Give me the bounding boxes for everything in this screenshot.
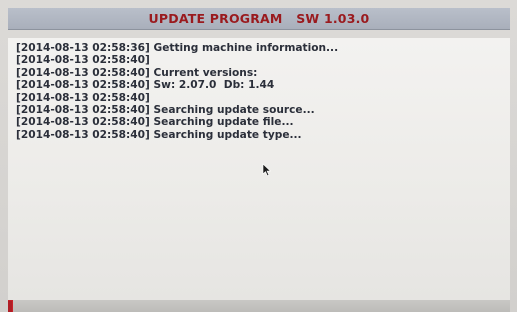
log-panel[interactable]: [2014-08-13 02:58:36] Getting machine in… (8, 38, 510, 300)
progress-start-marker (8, 301, 12, 312)
progress-bar (8, 300, 510, 312)
log-line: [2014-08-13 02:58:40] Searching update f… (16, 116, 294, 129)
log-line: [2014-08-13 02:58:40] Searching update s… (16, 104, 315, 117)
title-bar: UPDATE PROGRAM SW 1.03.0 (8, 8, 510, 30)
log-line: [2014-08-13 02:58:40] (16, 54, 150, 67)
log-line: [2014-08-13 02:58:40] (16, 91, 150, 104)
log-line: [2014-08-13 02:58:40] Searching update t… (16, 128, 302, 141)
mouse-pointer-icon (262, 163, 272, 177)
log-line: [2014-08-13 02:58:36] Getting machine in… (16, 42, 339, 54)
window-title: UPDATE PROGRAM SW 1.03.0 (148, 11, 370, 26)
log-line: [2014-08-13 02:58:40] Current versions: (16, 66, 258, 79)
log-line: [2014-08-13 02:58:40] Sw: 2.07.0 Db: 1.4… (16, 79, 275, 92)
